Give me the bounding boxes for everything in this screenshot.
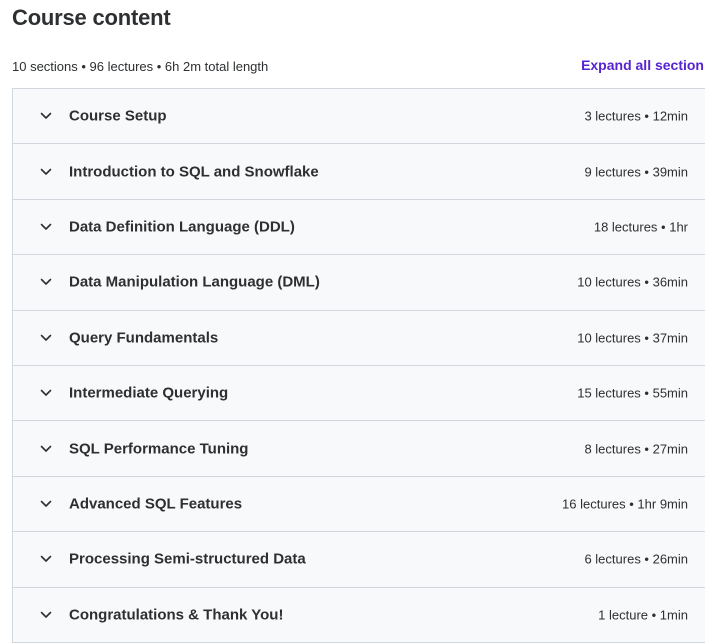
chevron-down-icon — [39, 386, 53, 400]
page-title: Course content — [12, 5, 171, 30]
section-meta: 10 lectures • 36min — [577, 274, 688, 290]
course-summary: 10 sections • 96 lectures • 6h 2m total … — [12, 59, 269, 74]
chevron-down-icon — [39, 552, 53, 566]
chevron-down-icon — [39, 331, 53, 345]
section-title: SQL Performance Tuning — [69, 440, 249, 458]
chevron-down-icon — [39, 608, 53, 622]
section-list: Course Setup 3 lectures • 12min Introduc… — [12, 88, 705, 643]
chevron-down-icon — [39, 497, 53, 511]
section-congratulations-and-thank-you[interactable]: Congratulations & Thank You! 1 lecture •… — [13, 587, 705, 643]
section-title: Intermediate Querying — [69, 384, 229, 402]
section-data-manipulation-language[interactable]: Data Manipulation Language (DML) 10 lect… — [13, 255, 705, 311]
course-summary-row: 10 sections • 96 lectures • 6h 2m total … — [12, 57, 705, 77]
chevron-down-icon — [39, 165, 53, 179]
section-course-setup[interactable]: Course Setup 3 lectures • 12min — [13, 89, 705, 145]
section-title: Processing Semi-structured Data — [69, 550, 306, 568]
section-title: Advanced SQL Features — [69, 495, 243, 513]
chevron-down-icon — [39, 220, 53, 234]
section-meta: 16 lectures • 1hr 9min — [562, 496, 688, 512]
section-title: Course Setup — [69, 107, 167, 125]
section-query-fundamentals[interactable]: Query Fundamentals 10 lectures • 37min — [13, 310, 705, 366]
chevron-down-icon — [39, 442, 53, 456]
section-meta: 18 lectures • 1hr — [593, 219, 688, 235]
section-title: Congratulations & Thank You! — [69, 606, 284, 624]
section-processing-semi-structured-data[interactable]: Processing Semi-structured Data 6 lectur… — [13, 532, 705, 588]
section-meta: 3 lectures • 12min — [584, 108, 688, 124]
section-title: Data Manipulation Language (DML) — [69, 273, 320, 291]
section-meta: 6 lectures • 26min — [584, 551, 688, 567]
section-sql-performance-tuning[interactable]: SQL Performance Tuning 8 lectures • 27mi… — [13, 421, 705, 477]
section-title: Query Fundamentals — [69, 329, 219, 347]
section-meta: 9 lectures • 39min — [584, 164, 688, 180]
expand-all-sections-button[interactable]: Expand all section — [581, 57, 704, 73]
section-meta: 15 lectures • 55min — [577, 385, 688, 401]
section-data-definition-language[interactable]: Data Definition Language (DDL) 18 lectur… — [13, 199, 705, 256]
chevron-down-icon — [39, 275, 53, 289]
chevron-down-icon — [39, 109, 53, 123]
section-meta: 8 lectures • 27min — [584, 441, 688, 457]
section-meta: 1 lecture • 1min — [598, 607, 688, 623]
section-advanced-sql-features[interactable]: Advanced SQL Features 16 lectures • 1hr … — [13, 476, 705, 533]
section-intermediate-querying[interactable]: Intermediate Querying 15 lectures • 55mi… — [13, 365, 705, 422]
section-meta: 10 lectures • 37min — [577, 330, 688, 346]
section-title: Introduction to SQL and Snowflake — [69, 163, 319, 181]
section-introduction-to-sql-and-snowflake[interactable]: Introduction to SQL and Snowflake 9 lect… — [13, 144, 705, 200]
section-title: Data Definition Language (DDL) — [69, 218, 295, 236]
